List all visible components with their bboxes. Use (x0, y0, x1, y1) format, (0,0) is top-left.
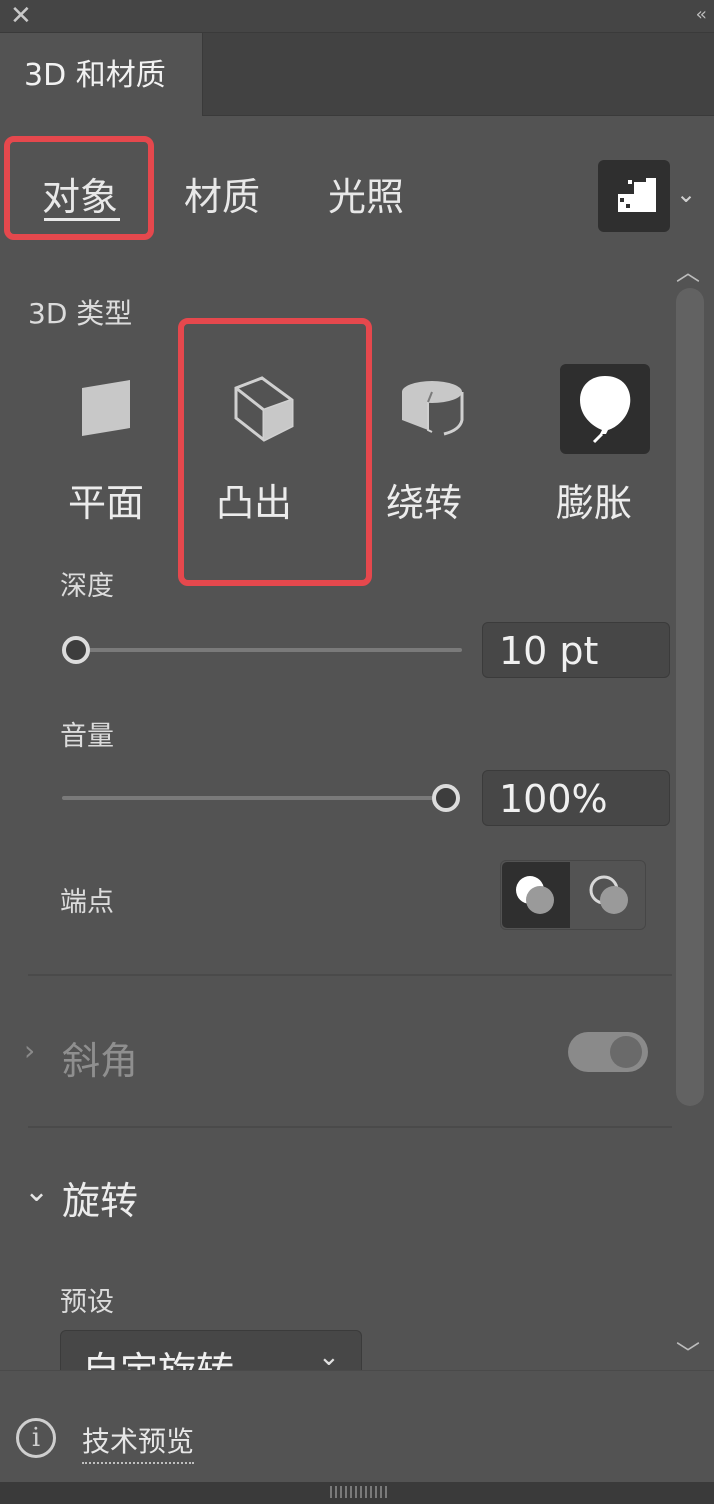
section-divider (28, 974, 672, 976)
scroll-up-icon[interactable]: ︿ (676, 252, 700, 287)
volume-slider-knob[interactable] (432, 784, 460, 812)
depth-slider-knob[interactable] (62, 636, 90, 664)
tech-preview-link[interactable]: 技术预览 (82, 1420, 195, 1464)
preset-dropdown-value: 自定旋转 (82, 1340, 234, 1370)
info-icon[interactable]: i (16, 1418, 56, 1458)
plane-icon[interactable] (78, 376, 136, 440)
volume-value-field[interactable]: 100% (482, 770, 670, 826)
section-divider (28, 1126, 672, 1128)
depth-slider-track[interactable] (64, 648, 462, 652)
collapse-panel-icon[interactable]: ‹‹ (696, 3, 708, 27)
chevron-right-icon[interactable]: › (24, 1034, 35, 1067)
scrollbar-thumb[interactable] (676, 288, 704, 1106)
volume-slider-track[interactable] (62, 796, 444, 800)
render-icon (618, 178, 656, 212)
highlight-box-object-tab (4, 136, 154, 240)
bevel-section-label[interactable]: 斜角 (62, 1030, 138, 1085)
type-label-inflate: 膨胀 (556, 481, 633, 525)
chevron-down-icon: ⌄ (318, 1342, 340, 1370)
volume-label: 音量 (60, 721, 114, 752)
depth-label: 深度 (60, 571, 114, 602)
cap-off-icon[interactable] (586, 872, 634, 918)
panel-titlebar (0, 0, 714, 33)
type-label-revolve: 绕转 (386, 481, 463, 525)
inflate-icon (580, 376, 631, 444)
tab-3d-materials-label: 3D 和材质 (24, 58, 166, 93)
scroll-down-icon[interactable]: ﹀ (676, 1334, 700, 1369)
highlight-box-extrude (178, 318, 372, 586)
preset-label: 预设 (60, 1287, 114, 1318)
segment-light[interactable]: 光照 (328, 166, 404, 221)
revolve-icon[interactable] (398, 378, 466, 440)
cap-on-icon (516, 876, 554, 914)
rotation-section-label[interactable]: 旋转 (62, 1170, 138, 1225)
chevron-down-icon[interactable]: ⌄ (24, 1174, 49, 1209)
type-label-plane: 平面 (68, 481, 145, 525)
close-icon[interactable]: ✕ (10, 2, 32, 30)
preset-dropdown-viewport: 自定旋转 ⌄ (60, 1330, 362, 1370)
segment-material[interactable]: 材质 (184, 166, 260, 221)
section-title-3d-type: 3D 类型 (28, 297, 133, 330)
cap-label: 端点 (60, 887, 114, 918)
chevron-down-icon[interactable]: ⌄ (676, 180, 696, 208)
resize-grip[interactable] (330, 1486, 388, 1498)
depth-value-field[interactable]: 10 pt (482, 622, 670, 678)
bevel-toggle-knob (610, 1036, 642, 1068)
